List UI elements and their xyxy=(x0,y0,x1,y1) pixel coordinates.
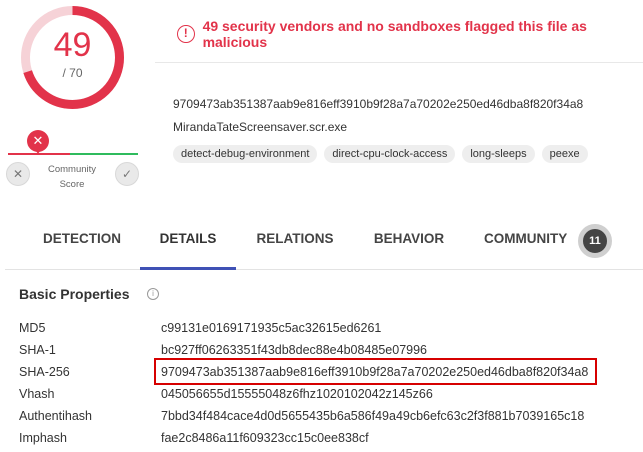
property-label: SHA-256 xyxy=(19,365,70,379)
community-score-marker-x-icon: ✕ xyxy=(27,130,49,154)
sha256-highlight-box xyxy=(154,358,597,385)
exclamation-circle-icon: ! xyxy=(177,24,195,43)
property-label: Vhash xyxy=(19,387,55,401)
file-summary-panel: ! 49 security vendors and no sandboxes f… xyxy=(155,5,643,182)
property-row-authentihash: Authentihash 7bbd34f484cace4d0d5655435b6… xyxy=(19,409,639,429)
downvote-x-icon[interactable]: ✕ xyxy=(6,162,30,186)
detection-total: / 70 xyxy=(62,66,83,80)
property-row-imphash: Imphash fae2c8486a11f609323cc15c0ee838cf xyxy=(19,431,639,451)
detection-score-panel: 49 / 70 ✕ ✕ Community Score ✓ xyxy=(0,0,145,200)
property-value[interactable]: 045056655d15555048z6fhz1020102042z145z66 xyxy=(161,387,433,401)
section-title: Basic Properties xyxy=(19,286,130,302)
tab-behavior[interactable]: BEHAVIOR xyxy=(359,210,459,270)
malicious-alert: ! 49 security vendors and no sandboxes f… xyxy=(155,5,643,63)
community-score-label: Community Score xyxy=(47,164,97,190)
tag[interactable]: direct-cpu-clock-access xyxy=(324,145,456,163)
report-tabs: DETECTION DETAILS RELATIONS BEHAVIOR COM… xyxy=(5,210,643,270)
property-value[interactable]: 7bbd34f484cace4d0d5655435b6a586f49a49cb6… xyxy=(161,409,584,423)
tab-detection[interactable]: DETECTION xyxy=(27,210,137,270)
property-label: MD5 xyxy=(19,321,46,335)
alert-text: 49 security vendors and no sandboxes fla… xyxy=(202,17,587,50)
property-label: Authentihash xyxy=(19,409,92,423)
info-circle-icon[interactable]: i xyxy=(147,288,159,300)
property-row-md5: MD5 c99131e0169171935c5ac32615ed6261 xyxy=(19,321,639,341)
upvote-check-icon[interactable]: ✓ xyxy=(115,162,139,186)
tag-list: detect-debug-environment direct-cpu-cloc… xyxy=(173,145,588,163)
property-value[interactable]: fae2c8486a11f609323cc15c0ee838cf xyxy=(161,431,369,445)
detection-count: 49 xyxy=(53,26,92,64)
property-value[interactable]: c99131e0169171935c5ac32615ed6261 xyxy=(161,321,381,335)
tag[interactable]: detect-debug-environment xyxy=(173,145,318,163)
property-label: SHA-1 xyxy=(19,343,56,357)
property-value[interactable]: bc927ff06263351f43db8dec88e4b08485e07996 xyxy=(161,343,427,357)
tag[interactable]: peexe xyxy=(541,145,588,163)
file-name: MirandaTateScreensaver.scr.exe xyxy=(173,120,348,134)
tab-details[interactable]: DETAILS xyxy=(140,210,236,270)
community-count-badge: 11 xyxy=(578,224,612,258)
property-label: Imphash xyxy=(19,431,67,445)
file-hash[interactable]: 9709473ab351387aab9e816eff3910b9f28a7a70… xyxy=(173,97,583,111)
property-row-vhash: Vhash 045056655d15555048z6fhz1020102042z… xyxy=(19,387,639,407)
tag[interactable]: long-sleeps xyxy=(462,145,535,163)
tab-relations[interactable]: RELATIONS xyxy=(245,210,345,270)
